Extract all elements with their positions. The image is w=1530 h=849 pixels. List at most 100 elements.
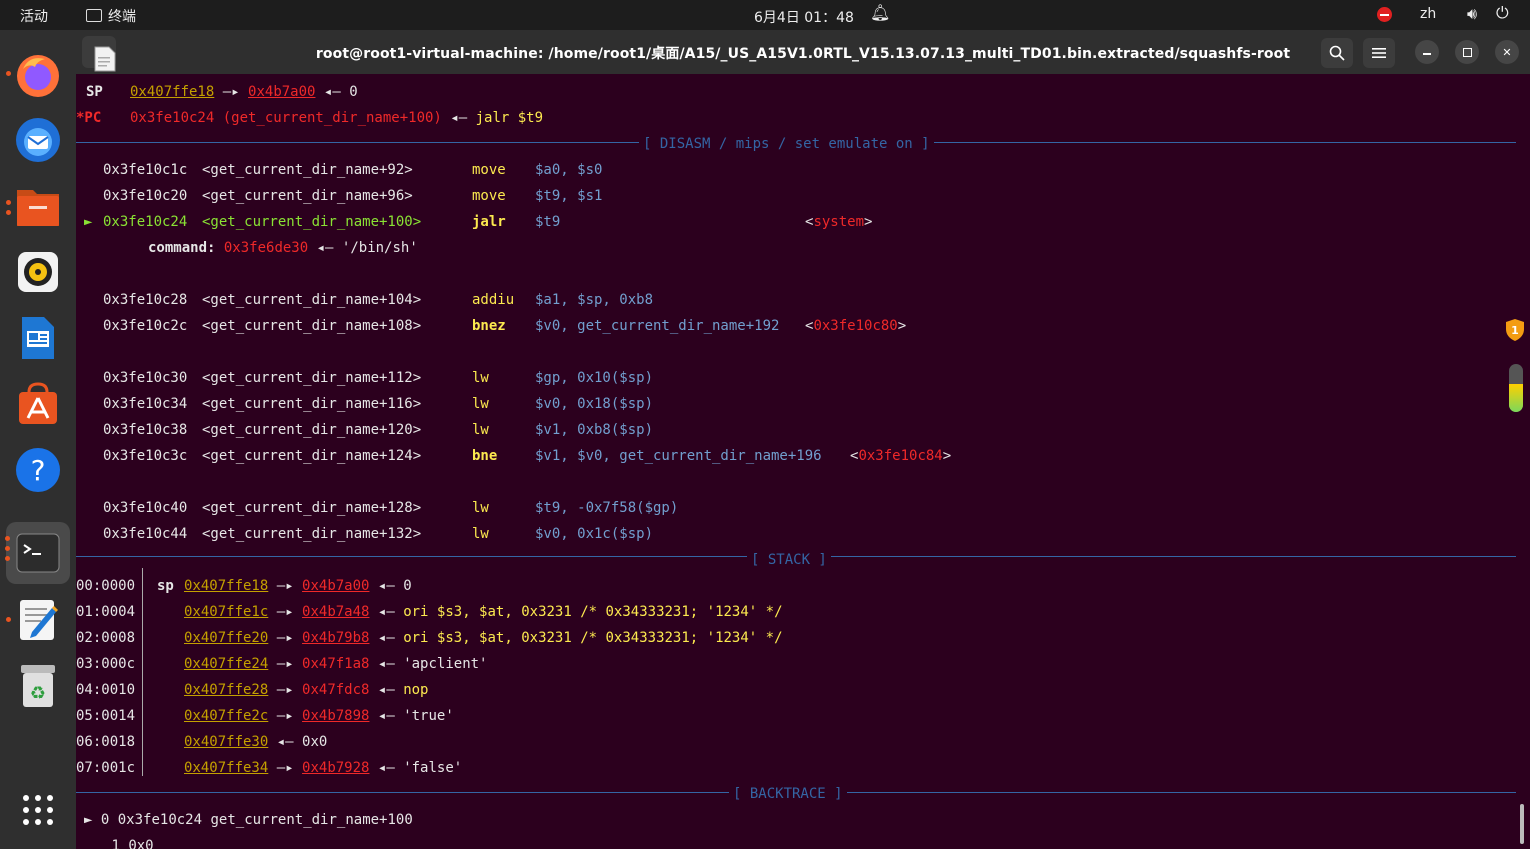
pc-instruction: jalr $t9 [475,110,544,126]
stack-value: ori $s3, $at, 0x3231 /* 0x34333231; '123… [403,630,783,646]
show-apps-icon[interactable] [12,784,64,836]
minimize-button[interactable] [1415,40,1439,64]
app-menu[interactable]: 终端 [86,6,136,26]
instruction-symbol: <get_current_dir_name+124> [202,448,422,464]
menu-button[interactable] [1363,38,1395,68]
pointer-arrow: —▸ [276,630,294,646]
stack-entry: 0x407ffe2c —▸ 0x4b7898 ◂— 'true' [184,706,454,726]
deref-arrow: ◂— [377,682,395,698]
stack-target[interactable]: 0x4b7a48 [302,604,369,620]
app-center-icon[interactable] [12,378,64,430]
instruction-opcode: lw [472,396,489,412]
stack-target[interactable]: 0x4b7898 [302,708,369,724]
stack-target[interactable]: 0x4b7a00 [302,578,369,594]
window-titlebar[interactable]: root@root1-virtual-machine: /home/root1/… [76,30,1530,74]
instruction-operands: $gp, 0x10($sp) [535,370,654,386]
stack-value: 'apclient' [403,656,488,672]
stack-address[interactable]: 0x407ffe1c [184,604,268,620]
branch-target: <0x3fe10c80> [805,318,907,334]
shield-icon[interactable]: 1 [1505,318,1525,342]
disasm-header: [ DISASM / mips / set emulate on ] [639,134,934,154]
branch-target: <system> [805,214,873,230]
stack-address[interactable]: 0x407ffe24 [184,656,268,672]
do-not-disturb-icon[interactable] [1377,7,1392,22]
rhythmbox-icon[interactable] [12,246,64,298]
instruction-address: 0x3fe10c24 [103,214,188,230]
files-icon[interactable] [12,180,64,232]
stack-target[interactable]: 0x4b7928 [302,760,369,776]
branch-target-label: system [813,214,865,230]
frame-address: 0x3fe10c24 [117,812,203,828]
branch-target-label: 0x3fe10c84 [858,448,943,464]
instruction-operands: $t9 [535,214,561,230]
activities-button[interactable]: 活动 [20,6,48,26]
stack-index: 01:0004 [76,604,136,620]
instruction-address: 0x3fe10c44 [103,526,188,542]
running-indicator [6,210,11,215]
command-value: '/bin/sh' [341,240,418,256]
sp-target[interactable]: 0x4b7a00 [248,84,315,100]
instruction-symbol: <get_current_dir_name+116> [202,396,422,412]
terminal-icon[interactable] [12,527,64,579]
pc-register-label: *PC [76,110,102,126]
stack-address[interactable]: 0x407ffe34 [184,760,268,776]
stack-address[interactable]: 0x407ffe20 [184,630,268,646]
stack-entry: 0x407ffe24 —▸ 0x47f1a8 ◂— 'apclient' [184,654,488,674]
pointer-arrow: —▸ [276,656,294,672]
writer-icon[interactable] [12,312,64,364]
stack-address[interactable]: 0x407ffe2c [184,708,268,724]
instruction-symbol: <get_current_dir_name+112> [202,370,422,386]
instruction-opcode: bne [472,448,498,464]
stack-address[interactable]: 0x407ffe28 [184,682,268,698]
pointer-arrow: —▸ [276,682,294,698]
stack-index: 02:0008 [76,630,136,646]
svg-text:1: 1 [1511,324,1519,337]
terminal-app-icon [86,9,102,22]
search-button[interactable] [1321,38,1353,68]
clock[interactable]: 6月4日 01：48 [754,7,854,27]
help-icon[interactable]: ? [12,444,64,496]
scrollbar[interactable] [1520,804,1524,844]
bell-icon[interactable]: 🔔︎ [870,3,890,22]
firefox-icon[interactable] [12,50,64,102]
frame-symbol: get_current_dir_name+100 [210,812,413,828]
sp-address[interactable]: 0x407ffe18 [130,84,214,100]
stack-value: 'false' [403,760,463,776]
running-indicator [5,536,10,541]
stack-entry: 0x407ffe28 —▸ 0x47fdc8 ◂— nop [184,680,429,700]
stack-target[interactable]: 0x4b79b8 [302,630,369,646]
stack-index: 06:0018 [76,734,136,750]
backtrace-header: [ BACKTRACE ] [729,784,847,804]
trash-icon[interactable]: ♻ [12,660,64,712]
instruction-symbol: <get_current_dir_name+96> [202,188,413,204]
deref-arrow: ◂— [377,656,395,672]
stack-address[interactable]: 0x407ffe18 [184,578,268,594]
instruction-symbol: <get_current_dir_name+128> [202,500,422,516]
close-button[interactable]: ✕ [1495,40,1519,64]
volume-icon[interactable]: 🔊︎ [1467,4,1477,24]
deref-arrow: ◂— [377,604,395,620]
dock: ? ♻ [0,30,76,849]
instruction-opcode: lw [472,422,489,438]
text-editor-icon[interactable] [12,594,64,646]
running-indicator [5,546,10,551]
terminal-content[interactable]: SP 0x407ffe18 —▸ 0x4b7a00 ◂— 0 *PC 0x3fe… [76,74,1530,849]
instruction-opcode: addiu [472,292,515,308]
top-panel: 活动 终端 6月4日 01：48 🔔︎ zh 🔊︎ ⏻ [0,0,1530,30]
stack-value: nop [403,682,429,698]
stack-target: 0x47f1a8 [302,656,370,672]
thunderbird-icon[interactable] [12,114,64,166]
frame-address: 0x0 [128,838,154,849]
instruction-address: 0x3fe10c40 [103,500,188,516]
stack-header: [ STACK ] [747,550,831,570]
stack-address[interactable]: 0x407ffe30 [184,734,268,750]
current-frame-marker: ► [84,812,93,828]
instruction-address: 0x3fe10c30 [103,370,188,386]
instruction-opcode: lw [472,500,489,516]
input-method-indicator[interactable]: zh [1420,6,1436,22]
instruction-address: 0x3fe10c34 [103,396,188,412]
maximize-button[interactable] [1455,40,1479,64]
branch-target: <0x3fe10c84> [850,448,952,464]
pointer-arrow: —▸ [222,84,240,100]
power-icon[interactable]: ⏻ [1496,3,1509,23]
